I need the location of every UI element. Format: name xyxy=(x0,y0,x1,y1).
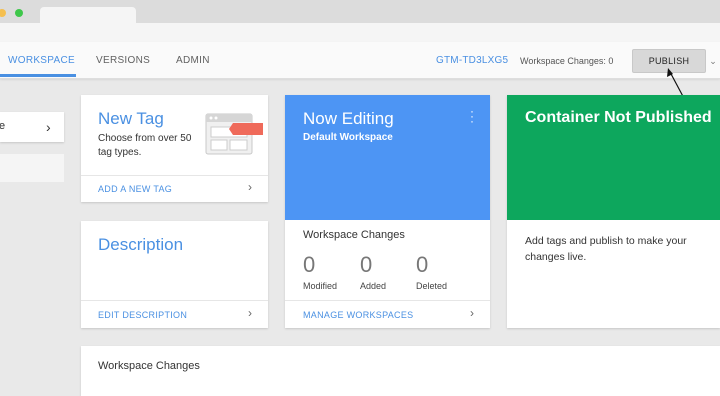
manage-workspaces-link[interactable]: MANAGE WORKSPACES xyxy=(303,310,413,320)
workspace-changes-panel-title: Workspace Changes xyxy=(98,360,200,372)
card-divider xyxy=(285,300,490,301)
current-workspace-name: Default Workspace xyxy=(303,132,393,143)
publish-dropdown-icon[interactable]: ⌄ xyxy=(706,49,720,73)
card-divider xyxy=(81,300,268,301)
tag-illustration-icon xyxy=(205,113,263,155)
add-new-tag-link[interactable]: ADD A NEW TAG xyxy=(98,184,172,194)
not-published-body: Add tags and publish to make your change… xyxy=(525,235,687,263)
new-tag-card[interactable]: New Tag Choose from over 50 tag types. A… xyxy=(81,95,268,202)
card-divider xyxy=(81,175,268,176)
tab-workspace[interactable]: WORKSPACE xyxy=(8,42,75,78)
edit-description-link[interactable]: EDIT DESCRIPTION xyxy=(98,310,187,320)
workspace-changes-heading: Workspace Changes xyxy=(303,229,405,241)
container-not-published-card: Container Not Published Add tags and pub… xyxy=(507,95,720,328)
sidebar-item-label: e xyxy=(0,120,6,132)
chevron-right-icon[interactable]: › xyxy=(248,180,252,194)
more-options-icon[interactable]: · · · xyxy=(470,105,474,127)
new-tag-description: Choose from over 50 tag types. xyxy=(98,133,192,158)
sidebar-item[interactable]: e › xyxy=(0,112,64,142)
chevron-right-icon[interactable]: › xyxy=(470,306,474,320)
chevron-right-icon[interactable]: › xyxy=(248,306,252,320)
browser-tab[interactable] xyxy=(40,7,136,23)
chevron-right-icon: › xyxy=(46,119,51,135)
container-id-link[interactable]: GTM-TD3LXG5 xyxy=(436,42,508,80)
added-count: 0 xyxy=(360,252,373,277)
sidebar-item[interactable] xyxy=(0,154,64,182)
deleted-label: Deleted xyxy=(416,281,448,291)
added-label: Added xyxy=(360,281,387,291)
new-tag-title: New Tag xyxy=(98,109,164,128)
tab-admin[interactable]: ADMIN xyxy=(176,42,210,78)
active-tab-indicator xyxy=(0,74,76,77)
not-published-title: Container Not Published xyxy=(525,109,712,126)
description-card[interactable]: Description EDIT DESCRIPTION › xyxy=(81,221,268,328)
maximize-dot-icon[interactable] xyxy=(15,9,23,17)
deleted-count: 0 xyxy=(416,252,429,277)
tab-versions[interactable]: VERSIONS xyxy=(96,42,150,78)
now-editing-title: Now Editing xyxy=(303,109,394,128)
modified-label: Modified xyxy=(303,281,338,291)
description-title: Description xyxy=(98,235,184,254)
now-editing-card: Now Editing Default Workspace · · · Worksp… xyxy=(285,95,490,328)
modified-count: 0 xyxy=(303,252,316,277)
browser-toolbar xyxy=(0,23,720,43)
workspace-changes-count: Workspace Changes: 0 xyxy=(520,56,614,66)
